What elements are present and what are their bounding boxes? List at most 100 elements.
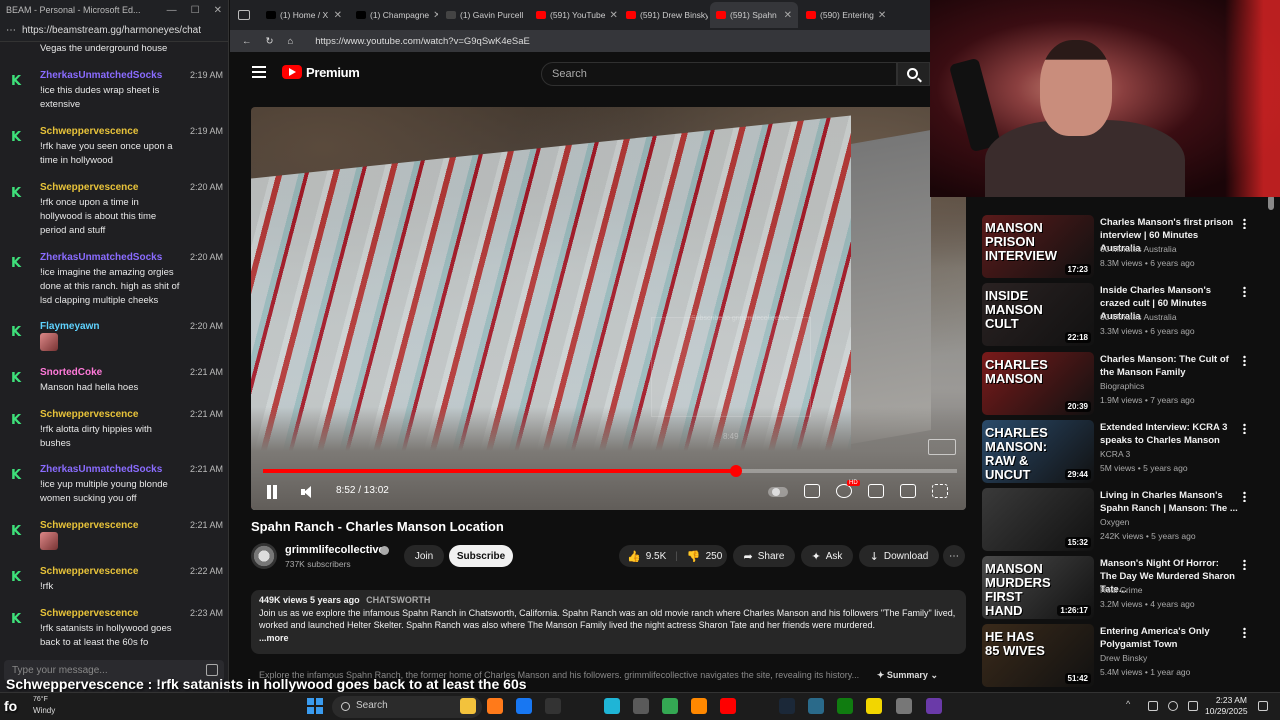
more-actions-button[interactable]: ⋯ bbox=[943, 545, 965, 567]
location-hashtag[interactable]: CHATSWORTH bbox=[366, 595, 430, 605]
description-more-link[interactable]: ...more bbox=[259, 633, 289, 643]
calculator-icon[interactable] bbox=[633, 698, 649, 714]
related-thumbnail[interactable]: CHARLES MANSON 20:39 bbox=[982, 352, 1094, 415]
more-vertical-icon[interactable] bbox=[1243, 355, 1246, 366]
app-icon[interactable] bbox=[808, 698, 824, 714]
hamburger-menu-icon[interactable] bbox=[252, 66, 266, 78]
browser-tab[interactable]: (591) Drew Binsky✕ bbox=[620, 2, 708, 28]
related-thumbnail[interactable]: HE HAS 85 WIVES 51:42 bbox=[982, 624, 1094, 687]
dislike-icon[interactable]: 👎 bbox=[687, 550, 701, 563]
refresh-icon[interactable]: ↻ bbox=[266, 36, 274, 47]
related-video-item[interactable]: MANSON PRISON INTERVIEW 17:23 Charles Mans… bbox=[982, 215, 1272, 279]
facebook-icon[interactable] bbox=[516, 698, 532, 714]
chat-message-list[interactable]: Vegas the underground house K ZherkasUnmat… bbox=[0, 42, 228, 654]
xbox-icon[interactable] bbox=[837, 698, 853, 714]
tab-close-icon[interactable]: ✕ bbox=[527, 10, 528, 21]
tab-close-icon[interactable]: ✕ bbox=[609, 10, 617, 21]
tab-close-icon[interactable]: ✕ bbox=[784, 10, 792, 21]
related-video-item[interactable]: MANSON MURDERS FIRST HAND ACCOUNT 1:26:17… bbox=[982, 556, 1272, 620]
related-channel[interactable]: 60 Minutes Australia bbox=[1100, 312, 1177, 322]
browser-tab[interactable]: (1) Home / X ✕ bbox=[260, 2, 348, 28]
chat-username[interactable]: ZherkasUnmatchedSocks bbox=[40, 70, 162, 81]
related-channel[interactable]: KCRA 3 bbox=[1100, 449, 1130, 459]
weather-description[interactable]: Windy bbox=[33, 706, 55, 715]
like-icon[interactable]: 👍 bbox=[627, 550, 641, 563]
related-channel[interactable]: Real Crime bbox=[1100, 585, 1143, 595]
share-button[interactable]: ➦ Share bbox=[733, 545, 795, 567]
scrubber-handle[interactable] bbox=[729, 465, 742, 477]
progress-bar[interactable] bbox=[263, 465, 957, 477]
related-channel[interactable]: 60 Minutes Australia bbox=[1100, 244, 1177, 254]
fullscreen-icon[interactable] bbox=[932, 484, 948, 498]
video-player[interactable]: Subscribe to grimmlifecollective 8:49 8:… bbox=[251, 107, 966, 510]
related-channel[interactable]: Biographics bbox=[1100, 381, 1144, 391]
chat-username[interactable]: ZherkasUnmatchedSocks bbox=[40, 252, 162, 263]
chat-username[interactable]: Schweppervescence bbox=[40, 409, 138, 420]
more-vertical-icon[interactable] bbox=[1243, 423, 1246, 434]
start-button[interactable] bbox=[307, 698, 323, 714]
clock-date[interactable]: 10/29/2025 bbox=[1205, 706, 1248, 716]
ask-button[interactable]: ✦ Ask bbox=[801, 545, 853, 567]
tray-overflow-icon[interactable]: ^ bbox=[1126, 699, 1136, 709]
browser-tab[interactable]: (1) Gavin Purcell✕ bbox=[440, 2, 528, 28]
vlc-icon[interactable] bbox=[691, 698, 707, 714]
maximize-icon[interactable]: ☐ bbox=[191, 5, 200, 16]
cast-icon[interactable] bbox=[900, 484, 916, 498]
chat-username[interactable]: Flaymeyawn bbox=[40, 321, 99, 332]
settings-gear-icon[interactable] bbox=[836, 484, 852, 498]
related-channel[interactable]: Drew Binsky bbox=[1100, 653, 1147, 663]
close-icon[interactable]: ✕ bbox=[214, 5, 222, 16]
join-button[interactable]: Join bbox=[404, 545, 444, 567]
related-thumbnail[interactable]: INSIDE MANSON CULT 22:18 bbox=[982, 283, 1094, 346]
chat-username[interactable]: Schweppervescence bbox=[40, 566, 138, 577]
more-vertical-icon[interactable] bbox=[1243, 218, 1246, 229]
browser-tab[interactable]: (590) Entering ✕ bbox=[800, 2, 888, 28]
channel-name[interactable]: grimmlifecollective bbox=[285, 544, 385, 556]
related-title[interactable]: Charles Manson: The Cult of the Manson F… bbox=[1100, 353, 1238, 379]
related-channel[interactable]: Oxygen bbox=[1100, 517, 1129, 527]
related-title[interactable]: Extended Interview: KCRA 3 speaks to Cha… bbox=[1100, 421, 1238, 447]
clock-time[interactable]: 2:23 AM bbox=[1207, 695, 1247, 705]
chat-username[interactable]: Schweppervescence bbox=[40, 182, 138, 193]
dislike-count[interactable]: 250 bbox=[706, 551, 723, 562]
chat-username[interactable]: Schweppervescence bbox=[40, 608, 138, 619]
address-url[interactable]: https://www.youtube.com/watch?v=G9qSwK4e… bbox=[315, 36, 530, 47]
related-video-item[interactable]: CHARLES MANSON 20:39 Charles Manson: The C… bbox=[982, 352, 1272, 416]
steam-icon[interactable] bbox=[779, 698, 795, 714]
edge-icon[interactable] bbox=[604, 698, 620, 714]
related-thumbnail[interactable]: MANSON MURDERS FIRST HAND ACCOUNT 1:26:17 bbox=[982, 556, 1094, 619]
volume-icon[interactable] bbox=[301, 486, 313, 498]
minimize-icon[interactable]: — bbox=[167, 5, 177, 16]
firefox-icon[interactable] bbox=[487, 698, 503, 714]
miniplayer-icon[interactable] bbox=[868, 484, 884, 498]
amazon-icon[interactable] bbox=[545, 698, 561, 714]
subscribe-button[interactable]: Subscribe bbox=[449, 545, 513, 567]
tab-close-icon[interactable]: ✕ bbox=[878, 10, 886, 21]
chat-username[interactable]: Schweppervescence bbox=[40, 520, 138, 531]
related-video-item[interactable]: CHARLES MANSON: RAW & UNCUT 29:44 Extended… bbox=[982, 420, 1272, 484]
back-icon[interactable]: ← bbox=[242, 36, 252, 47]
captions-icon[interactable] bbox=[804, 484, 820, 498]
youtube-icon[interactable] bbox=[720, 698, 736, 714]
related-video-item[interactable]: 15:32 Living in Charles Manson's Spahn Ra… bbox=[982, 488, 1272, 552]
search-input[interactable]: Search bbox=[541, 62, 897, 86]
related-thumbnail[interactable]: 15:32 bbox=[982, 488, 1094, 551]
more-vertical-icon[interactable] bbox=[1243, 491, 1246, 502]
browser-tab[interactable]: (591) YouTube ✕ bbox=[530, 2, 618, 28]
chrome-icon[interactable] bbox=[662, 698, 678, 714]
related-scrollbar[interactable] bbox=[1268, 195, 1274, 210]
notes-icon[interactable] bbox=[866, 698, 882, 714]
related-video-item[interactable]: HE HAS 85 WIVES 51:42 Entering America's O… bbox=[982, 624, 1272, 688]
related-title[interactable]: Living in Charles Manson's Spahn Ranch |… bbox=[1100, 489, 1238, 515]
youtube-logo-icon[interactable] bbox=[282, 65, 302, 79]
download-button[interactable]: ↓ Download bbox=[859, 545, 939, 567]
more-vertical-icon[interactable] bbox=[1243, 627, 1246, 638]
channel-watermark-icon[interactable] bbox=[928, 439, 956, 455]
settings-icon[interactable] bbox=[896, 698, 912, 714]
related-video-item[interactable]: INSIDE MANSON CULT 22:18 Inside Charles Ma… bbox=[982, 283, 1272, 347]
more-vertical-icon[interactable] bbox=[1243, 286, 1246, 297]
file-explorer-icon[interactable] bbox=[460, 698, 476, 714]
description-box[interactable]: 449K views 5 years ago CHATSWORTH Join u… bbox=[251, 590, 966, 654]
tab-close-icon[interactable]: ✕ bbox=[334, 10, 342, 21]
browser-tab[interactable]: (591) Spahn ✕ bbox=[710, 2, 798, 28]
